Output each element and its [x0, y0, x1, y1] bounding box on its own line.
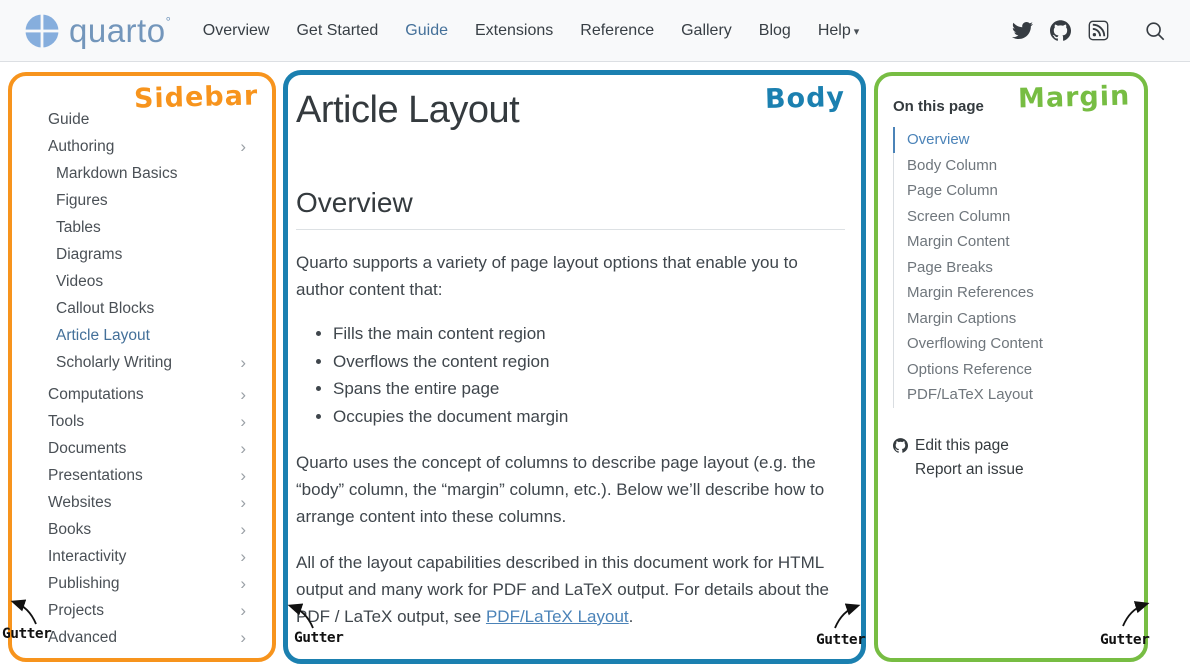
gutter-arrow-icon	[6, 596, 40, 626]
sidebar-nav: Guide Authoring› Markdown Basics Figures…	[12, 76, 272, 651]
rss-icon[interactable]	[1088, 20, 1109, 41]
sidebar-item-videos[interactable]: Videos	[48, 268, 246, 295]
chevron-right-icon: ›	[240, 467, 246, 484]
sidebar-item-books[interactable]: Books›	[48, 516, 246, 543]
chevron-right-icon: ›	[240, 440, 246, 457]
nav-item-guide[interactable]: Guide	[405, 22, 448, 40]
caret-down-icon: ▾	[854, 26, 860, 38]
gutter-arrow-icon	[283, 600, 317, 630]
top-navbar: quarto ° Overview Get Started Guide Exte…	[0, 0, 1190, 62]
chevron-right-icon: ›	[240, 548, 246, 565]
list-item: Overflows the content region	[333, 348, 845, 376]
toc-item-margin-references[interactable]: Margin References	[893, 280, 1134, 306]
sidebar-item-computations[interactable]: Computations›	[48, 381, 246, 408]
margin-region-label: Margin	[1017, 81, 1130, 115]
sidebar-item-interactivity[interactable]: Interactivity›	[48, 543, 246, 570]
github-icon[interactable]	[1050, 20, 1071, 41]
nav-item-reference[interactable]: Reference	[580, 22, 654, 40]
sidebar-item-authoring[interactable]: Authoring›	[48, 133, 246, 160]
chevron-right-icon: ›	[240, 521, 246, 538]
paragraph-columns: Quarto uses the concept of columns to de…	[296, 449, 845, 530]
sidebar-item-scholarly-writing[interactable]: Scholarly Writing›	[48, 349, 246, 376]
chevron-right-icon: ›	[240, 575, 246, 592]
gutter-label-left: Gutter	[2, 626, 51, 642]
list-item: Spans the entire page	[333, 375, 845, 403]
toc-item-margin-captions[interactable]: Margin Captions	[893, 306, 1134, 332]
chevron-right-icon: ›	[240, 413, 246, 430]
section-heading-overview: Overview	[296, 187, 845, 230]
margin-region-annotation: Margin On this page Overview Body Column…	[874, 72, 1148, 662]
nav-item-extensions[interactable]: Extensions	[475, 22, 553, 40]
sidebar-region-annotation: Sidebar Guide Authoring› Markdown Basics…	[8, 72, 276, 662]
sidebar-item-presentations[interactable]: Presentations›	[48, 462, 246, 489]
list-item: Occupies the document margin	[333, 403, 845, 431]
sidebar-item-websites[interactable]: Websites›	[48, 489, 246, 516]
gutter-label-body-right: Gutter	[816, 632, 865, 648]
search-icon[interactable]	[1144, 20, 1166, 42]
chevron-right-icon: ›	[240, 386, 246, 403]
sidebar-item-projects[interactable]: Projects›	[48, 597, 246, 624]
nav-item-help[interactable]: Help▾	[818, 22, 859, 40]
toc-list: Overview Body Column Page Column Screen …	[893, 127, 1134, 408]
toc-item-pdf-latex-layout[interactable]: PDF/LaTeX Layout	[893, 382, 1134, 408]
gutter-label-body-left: Gutter	[294, 630, 343, 646]
gutter-arrow-icon	[830, 600, 866, 630]
nav-item-get-started[interactable]: Get Started	[296, 22, 378, 40]
toc-item-page-breaks[interactable]: Page Breaks	[893, 255, 1134, 281]
chevron-right-icon: ›	[240, 602, 246, 619]
sidebar-region-label: Sidebar	[133, 80, 258, 114]
navbar-icons	[1012, 20, 1166, 42]
body-region-label: Body	[765, 82, 846, 115]
toc-item-overflowing-content[interactable]: Overflowing Content	[893, 331, 1134, 357]
nav-item-overview[interactable]: Overview	[203, 22, 270, 40]
sidebar-item-documents[interactable]: Documents›	[48, 435, 246, 462]
quarto-logo-icon	[24, 13, 60, 49]
sidebar-item-publishing[interactable]: Publishing›	[48, 570, 246, 597]
chevron-right-icon: ›	[240, 138, 246, 155]
navbar-links: Overview Get Started Guide Extensions Re…	[203, 22, 859, 40]
quarto-logo[interactable]: quarto °	[24, 13, 171, 49]
twitter-icon[interactable]	[1012, 20, 1033, 41]
toc-item-margin-content[interactable]: Margin Content	[893, 229, 1134, 255]
sidebar-item-markdown-basics[interactable]: Markdown Basics	[48, 160, 246, 187]
sidebar-item-tools[interactable]: Tools›	[48, 408, 246, 435]
paragraph-intro: Quarto supports a variety of page layout…	[296, 249, 845, 303]
toc-item-page-column[interactable]: Page Column	[893, 178, 1134, 204]
toc-item-screen-column[interactable]: Screen Column	[893, 204, 1134, 230]
article-content: Article Layout Overview Quarto supports …	[288, 75, 861, 630]
gutter-label-margin-right: Gutter	[1100, 632, 1149, 648]
sidebar-item-advanced[interactable]: Advanced›	[48, 624, 246, 651]
nav-item-gallery[interactable]: Gallery	[681, 22, 732, 40]
quarto-logo-trademark: °	[166, 14, 171, 29]
sidebar-item-diagrams[interactable]: Diagrams	[48, 241, 246, 268]
sidebar-item-callout-blocks[interactable]: Callout Blocks	[48, 295, 246, 322]
toc-item-body-column[interactable]: Body Column	[893, 153, 1134, 179]
sidebar-item-tables[interactable]: Tables	[48, 214, 246, 241]
on-this-page-toc: On this page Overview Body Column Page C…	[878, 76, 1144, 482]
gutter-arrow-icon	[1118, 598, 1156, 628]
chevron-right-icon: ›	[240, 629, 246, 646]
quarto-logo-text: quarto	[69, 13, 166, 49]
layout-options-list: Fills the main content region Overflows …	[333, 320, 845, 430]
chevron-right-icon: ›	[240, 494, 246, 511]
paragraph-capabilities: All of the layout capabilities described…	[296, 549, 845, 630]
sidebar-item-figures[interactable]: Figures	[48, 187, 246, 214]
list-item: Fills the main content region	[333, 320, 845, 348]
report-an-issue-link[interactable]: Report an issue	[893, 458, 1134, 482]
edit-this-page-link[interactable]: Edit this page	[893, 434, 1134, 458]
body-region-annotation: Body Article Layout Overview Quarto supp…	[283, 70, 866, 664]
toc-item-options-reference[interactable]: Options Reference	[893, 357, 1134, 383]
sidebar-item-article-layout[interactable]: Article Layout	[48, 322, 246, 349]
github-icon	[893, 438, 908, 453]
pdf-latex-layout-link[interactable]: PDF/LaTeX Layout	[486, 607, 629, 626]
page-title: Article Layout	[296, 89, 845, 132]
toc-actions: Edit this page Report an issue	[893, 434, 1134, 482]
toc-item-overview[interactable]: Overview	[893, 127, 1134, 153]
chevron-right-icon: ›	[240, 354, 246, 371]
nav-item-blog[interactable]: Blog	[759, 22, 791, 40]
nav-item-help-label: Help	[818, 22, 851, 39]
